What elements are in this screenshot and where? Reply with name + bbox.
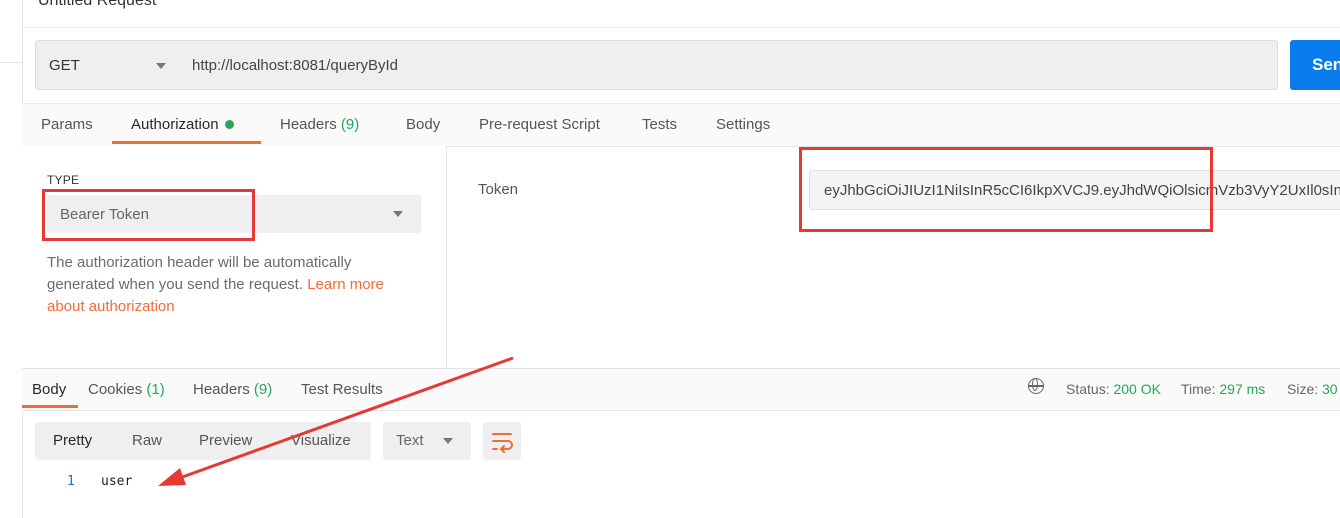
auth-help-text: The authorization header will be automat… — [47, 252, 417, 318]
auth-type-label: TYPE — [47, 173, 80, 187]
tab-label: Tests — [642, 116, 678, 133]
chevron-down-icon — [443, 438, 453, 444]
time-value[interactable]: 297 ms — [1219, 381, 1265, 397]
active-tab-indicator — [112, 141, 261, 144]
view-mode-group: Pretty Raw Preview Visualize — [35, 422, 371, 460]
tab-test-results[interactable]: Test Results — [301, 381, 383, 398]
tab-settings[interactable]: Settings — [716, 116, 770, 133]
tab-label: Params — [41, 116, 93, 133]
response-status: Status: 200 OK — [1066, 381, 1161, 397]
tab-pre-request-script[interactable]: Pre-request Script — [479, 116, 600, 133]
side-panel-edge — [0, 0, 23, 518]
response-body-text[interactable]: user — [101, 474, 132, 489]
tab-count: (9) — [340, 116, 360, 133]
wrap-lines-icon — [492, 433, 513, 453]
size-label: Size: — [1287, 381, 1319, 397]
request-tabs: Params Authorization Headers (9) Body Pr… — [22, 103, 1340, 147]
format-value: Text — [396, 432, 424, 449]
size-value[interactable]: 30 — [1322, 381, 1338, 397]
preview-button[interactable]: Preview — [199, 432, 252, 449]
tab-label: Test Results — [301, 381, 383, 398]
auth-help-body: The authorization header will be automat… — [47, 254, 352, 293]
line-number: 1 — [67, 474, 75, 489]
annotation-box — [42, 189, 255, 241]
tab-label: Headers — [193, 381, 250, 398]
tab-label: Body — [32, 381, 67, 398]
tab-response-headers[interactable]: Headers (9) — [193, 381, 272, 398]
tab-label: Headers — [280, 116, 337, 133]
time-label: Time: — [1181, 381, 1216, 397]
url-value: http://localhost:8081/queryById — [192, 57, 398, 74]
wrap-lines-button[interactable] — [483, 422, 521, 460]
chevron-down-icon — [156, 63, 166, 69]
tab-authorization[interactable]: Authorization — [131, 116, 234, 133]
method-select[interactable]: GET — [35, 40, 179, 90]
status-value[interactable]: 200 OK — [1113, 381, 1160, 397]
request-title: Untitled Request — [38, 0, 157, 9]
tab-params[interactable]: Params — [41, 116, 93, 133]
send-button[interactable]: Sen — [1290, 40, 1340, 90]
url-input[interactable]: http://localhost:8081/queryById — [178, 40, 1278, 90]
tab-label: Pre-request Script — [479, 116, 600, 133]
tab-label: Cookies — [88, 381, 143, 398]
tab-count: (1) — [146, 381, 165, 398]
visualize-button[interactable]: Visualize — [291, 432, 351, 449]
tab-label: Authorization — [131, 116, 219, 133]
response-size: Size: 30 — [1287, 381, 1338, 397]
annotation-box — [799, 147, 1213, 232]
tab-count: (9) — [253, 381, 273, 398]
tab-body[interactable]: Body — [406, 116, 440, 133]
response-time: Time: 297 ms — [1181, 381, 1265, 397]
tab-cookies[interactable]: Cookies (1) — [88, 381, 165, 398]
globe-icon[interactable] — [1028, 378, 1044, 394]
format-select[interactable]: Text — [383, 422, 471, 460]
divider — [22, 27, 1340, 28]
tab-tests[interactable]: Tests — [642, 116, 677, 133]
tab-headers[interactable]: Headers (9) — [280, 116, 359, 133]
pretty-button[interactable]: Pretty — [53, 432, 92, 449]
raw-button[interactable]: Raw — [132, 432, 162, 449]
token-label: Token — [478, 181, 519, 198]
tab-label: Body — [406, 116, 441, 133]
active-tab-indicator — [22, 405, 78, 408]
status-label: Status: — [1066, 381, 1110, 397]
tab-response-body[interactable]: Body — [32, 381, 66, 398]
method-value: GET — [49, 57, 80, 74]
chevron-down-icon — [393, 211, 403, 217]
modified-dot-icon — [224, 119, 234, 129]
tab-label: Settings — [716, 116, 771, 133]
